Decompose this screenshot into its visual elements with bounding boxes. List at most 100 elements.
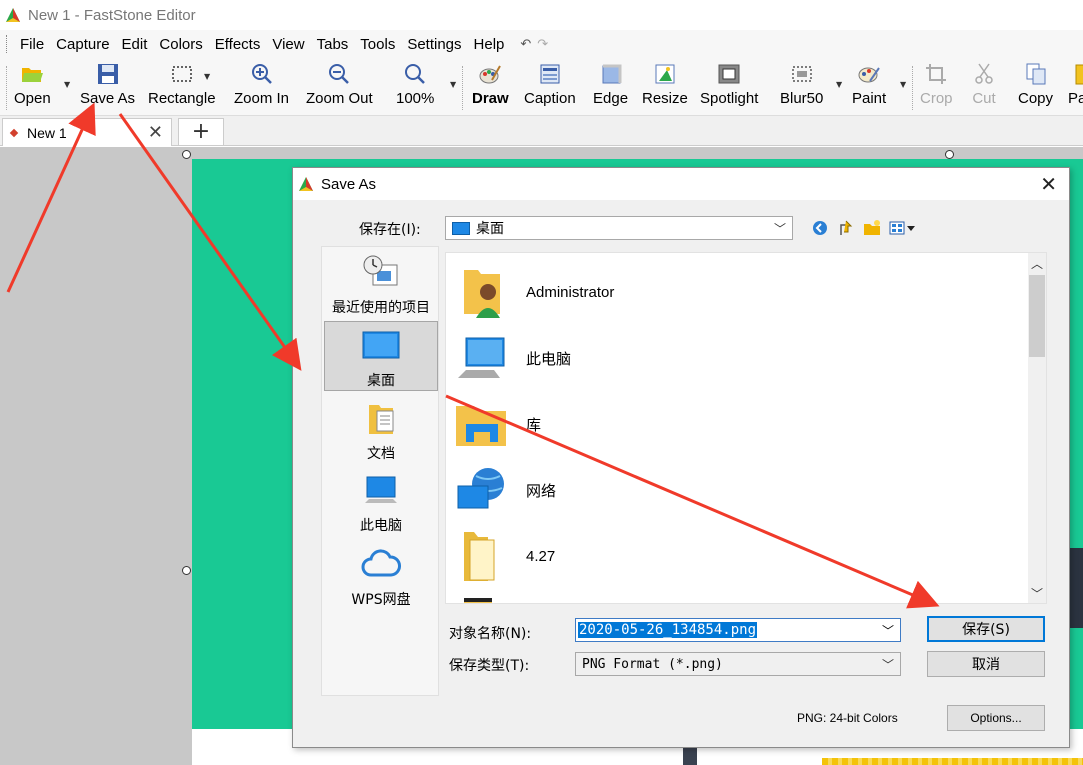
- caption-button[interactable]: Caption: [524, 62, 576, 114]
- filename-input[interactable]: 2020-05-26_134854.png ﹀: [575, 618, 901, 642]
- folder-icon: [454, 528, 510, 584]
- zoom-out-button[interactable]: Zoom Out: [306, 62, 373, 114]
- menu-tabs[interactable]: Tabs: [311, 36, 355, 53]
- image-content-dark-small: [683, 748, 697, 765]
- cloud-icon: [361, 547, 401, 583]
- paint-dropdown-icon[interactable]: ▼: [900, 80, 906, 89]
- user-folder-icon: [454, 264, 510, 320]
- menu-effects[interactable]: Effects: [209, 36, 267, 53]
- spotlight-button[interactable]: Spotlight: [700, 62, 758, 114]
- image-content-dark: [1068, 548, 1083, 628]
- crop-button[interactable]: Crop: [920, 62, 953, 114]
- draw-palette-icon: [478, 62, 502, 86]
- save-as-dialog: Save As ✕ 保存在(I): 桌面 ﹀ 最近使用的项目 桌面 文档 此电脑: [292, 167, 1070, 748]
- file-list-scrollbar[interactable]: ︿ ﹀: [1028, 253, 1046, 603]
- new-folder-icon[interactable]: [863, 219, 881, 237]
- cut-button[interactable]: Cut: [972, 62, 996, 114]
- floppy-disk-icon: [96, 62, 120, 86]
- place-recent[interactable]: 最近使用的项目: [324, 249, 438, 319]
- open-dropdown-icon[interactable]: ▼: [64, 80, 70, 89]
- list-item[interactable]: [454, 589, 526, 603]
- resize-icon: [653, 62, 677, 86]
- chevron-down-icon[interactable]: ﹀: [882, 622, 894, 639]
- up-folder-icon[interactable]: [837, 219, 855, 237]
- crop-icon: [924, 62, 948, 86]
- close-tab-icon[interactable]: ✕: [148, 122, 163, 143]
- save-button[interactable]: 保存(S): [927, 616, 1045, 642]
- toolbar-grip: [6, 66, 7, 110]
- tab-label: New 1: [27, 124, 67, 141]
- menu-settings[interactable]: Settings: [401, 36, 467, 53]
- rectangle-dropdown-icon[interactable]: ▼: [204, 72, 210, 81]
- tab-new-1[interactable]: New 1 ✕: [2, 118, 172, 146]
- open-folder-icon: [20, 62, 44, 86]
- open-button[interactable]: Open: [14, 62, 51, 114]
- filetype-select[interactable]: PNG Format (*.png) ﹀: [575, 652, 901, 676]
- menu-help[interactable]: Help: [468, 36, 511, 53]
- menu-capture[interactable]: Capture: [50, 36, 115, 53]
- menu-bar: File Capture Edit Colors Effects View Ta…: [0, 30, 1083, 58]
- blur-dropdown-icon[interactable]: ▼: [836, 80, 842, 89]
- documents-icon: [361, 401, 401, 437]
- draw-button[interactable]: Draw: [472, 62, 509, 114]
- add-tab-button[interactable]: +: [178, 118, 224, 146]
- toolbar-separator: [462, 66, 463, 110]
- paint-icon: [857, 62, 881, 86]
- menu-file[interactable]: File: [14, 36, 50, 53]
- places-sidebar: 最近使用的项目 桌面 文档 此电脑 WPS网盘: [321, 246, 439, 696]
- options-button[interactable]: Options...: [947, 705, 1045, 731]
- toolbar-separator: [912, 66, 913, 110]
- list-item[interactable]: 网络: [454, 457, 556, 523]
- desktop-small-icon: [452, 221, 470, 235]
- window-title: New 1 - FastStone Editor: [28, 6, 196, 24]
- back-icon[interactable]: [811, 219, 829, 237]
- resize-handle-left[interactable]: [182, 566, 191, 575]
- resize-handle-top-left[interactable]: [182, 150, 191, 159]
- filetype-label: 保存类型(T):: [449, 658, 530, 674]
- list-item[interactable]: 4.27: [454, 523, 555, 589]
- computer-icon: [454, 330, 510, 386]
- paint-button[interactable]: Paint: [852, 62, 886, 114]
- cancel-button[interactable]: 取消: [927, 651, 1045, 677]
- chevron-down-icon: ﹀: [881, 658, 894, 672]
- menu-view[interactable]: View: [266, 36, 310, 53]
- blur-button[interactable]: Blur50: [780, 62, 823, 114]
- scroll-down-icon[interactable]: ﹀: [1031, 585, 1043, 602]
- place-this-pc[interactable]: 此电脑: [324, 467, 438, 537]
- place-documents[interactable]: 文档: [324, 395, 438, 465]
- save-in-select[interactable]: 桌面 ﹀: [445, 216, 793, 240]
- resize-button[interactable]: Resize: [642, 62, 688, 114]
- menu-edit[interactable]: Edit: [116, 36, 154, 53]
- place-desktop[interactable]: 桌面: [324, 321, 438, 391]
- close-icon[interactable]: ✕: [1040, 172, 1057, 196]
- copy-icon: [1024, 62, 1048, 86]
- dialog-title: Save As: [321, 175, 377, 193]
- spotlight-icon: [717, 62, 741, 86]
- tab-bar: New 1 ✕ +: [0, 116, 1083, 146]
- view-menu-icon[interactable]: [889, 219, 917, 237]
- undo-icon[interactable]: ↶: [520, 37, 537, 52]
- nav-icons: [811, 218, 917, 238]
- copy-button[interactable]: Copy: [1018, 62, 1053, 114]
- paste-button[interactable]: Pa: [1068, 62, 1083, 114]
- rectangle-button[interactable]: Rectangle: [148, 62, 216, 114]
- desktop-icon: [361, 328, 401, 364]
- edge-button[interactable]: Edge: [593, 62, 628, 114]
- resize-handle-top[interactable]: [945, 150, 954, 159]
- title-bar: New 1 - FastStone Editor: [0, 0, 1083, 30]
- save-as-button[interactable]: Save As: [80, 62, 135, 114]
- zoom-level-button[interactable]: 100%: [396, 62, 434, 114]
- list-item[interactable]: Administrator: [454, 259, 614, 325]
- menu-colors[interactable]: Colors: [153, 36, 208, 53]
- caption-icon: [538, 62, 562, 86]
- filename-label: 对象名称(N):: [449, 626, 532, 642]
- scroll-up-icon[interactable]: ︿: [1031, 255, 1043, 272]
- place-wps-cloud[interactable]: WPS网盘: [324, 541, 438, 611]
- zoom-in-button[interactable]: Zoom In: [234, 62, 289, 114]
- redo-icon[interactable]: ↷: [537, 37, 554, 52]
- list-item[interactable]: 此电脑: [454, 325, 571, 391]
- scroll-thumb[interactable]: [1029, 275, 1045, 357]
- list-item[interactable]: 库: [454, 391, 541, 457]
- zoom-dropdown-icon[interactable]: ▼: [450, 80, 456, 89]
- menu-tools[interactable]: Tools: [354, 36, 401, 53]
